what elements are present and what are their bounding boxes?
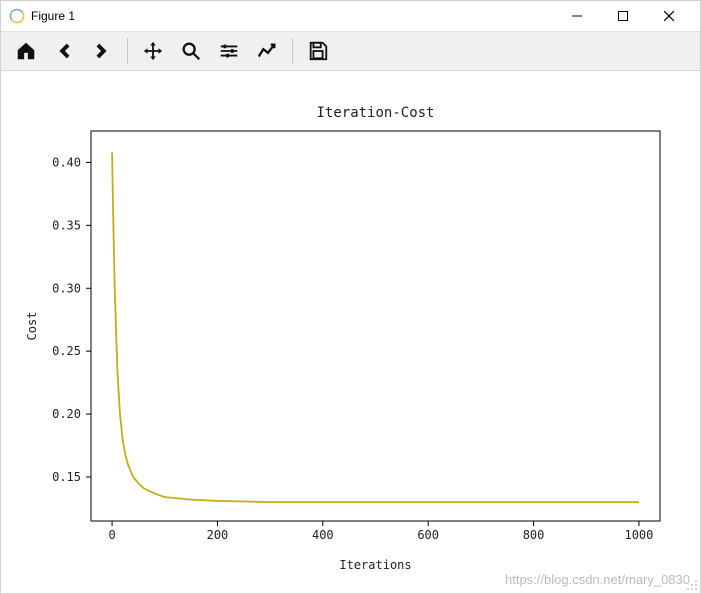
app-icon: [9, 8, 25, 24]
chart-title: Iteration-Cost: [316, 105, 434, 121]
resize-grip-icon[interactable]: [686, 579, 698, 591]
y-tick-label: 0.15: [52, 470, 81, 484]
y-tick-label: 0.30: [52, 281, 81, 295]
y-axis-label: Cost: [25, 312, 39, 341]
x-tick-label: 1000: [624, 528, 653, 542]
minimize-button[interactable]: [554, 1, 600, 31]
x-tick-label: 600: [417, 528, 439, 542]
x-axis: 0 200 400 600 800 1000: [108, 521, 653, 542]
plot-area: Iteration-Cost020040060080010000.150.200…: [1, 71, 700, 593]
y-tick-label: 0.35: [52, 218, 81, 232]
close-button[interactable]: [646, 1, 692, 31]
x-tick-label: 800: [523, 528, 545, 542]
x-axis-label: Iterations: [339, 558, 411, 572]
subplots-button[interactable]: [210, 34, 248, 68]
toolbar-separator: [127, 38, 128, 64]
save-button[interactable]: [299, 34, 337, 68]
x-tick-label: 400: [312, 528, 334, 542]
edit-button[interactable]: [248, 34, 286, 68]
x-tick-label: 200: [207, 528, 229, 542]
home-button[interactable]: [7, 34, 45, 68]
forward-button[interactable]: [83, 34, 121, 68]
chart: Iteration-Cost020040060080010000.150.200…: [1, 71, 700, 581]
y-axis: 0.15 0.20 0.25 0.30 0.35 0.40: [52, 155, 91, 484]
axes-border: [91, 131, 660, 521]
x-tick-label: 0: [108, 528, 115, 542]
window-title: Figure 1: [31, 9, 75, 23]
y-tick-label: 0.40: [52, 155, 81, 169]
y-tick-label: 0.20: [52, 407, 81, 421]
zoom-button[interactable]: [172, 34, 210, 68]
titlebar: Figure 1: [1, 1, 700, 31]
pan-button[interactable]: [134, 34, 172, 68]
toolbar-separator: [292, 38, 293, 64]
back-button[interactable]: [45, 34, 83, 68]
toolbar: [1, 31, 700, 71]
y-tick-label: 0.25: [52, 344, 81, 358]
series-line: [112, 152, 639, 502]
maximize-button[interactable]: [600, 1, 646, 31]
